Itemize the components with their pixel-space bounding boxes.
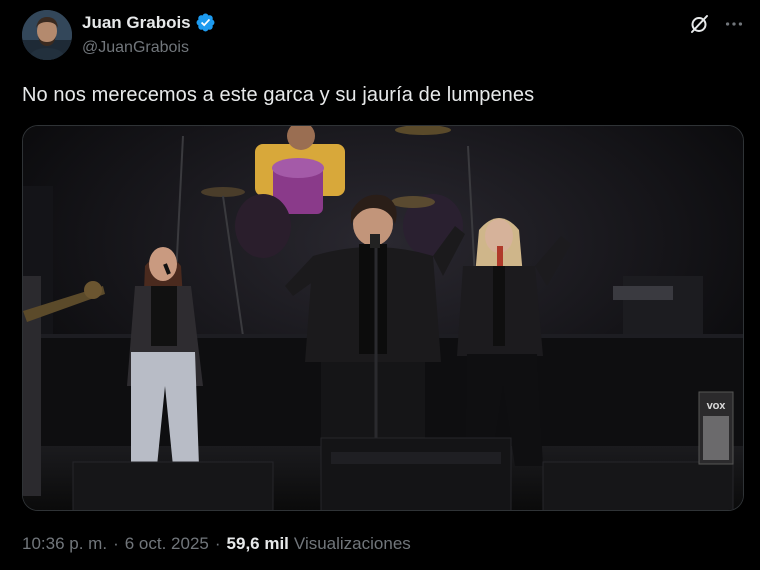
meta-separator: · xyxy=(214,534,221,553)
concert-stage-image: VOX xyxy=(23,126,743,510)
views-label: Visualizaciones xyxy=(293,534,411,553)
more-options-icon[interactable] xyxy=(722,12,746,36)
tweet-metadata: 10:36 p. m. · 6 oct. 2025 · 59,6 mil Vis… xyxy=(22,534,411,554)
grok-icon[interactable] xyxy=(688,12,712,36)
amp-brand-label: VOX xyxy=(707,402,727,411)
author-avatar[interactable] xyxy=(22,10,72,60)
views-count: 59,6 mil xyxy=(226,534,289,553)
author-name-row: Juan Grabois xyxy=(82,12,216,33)
tweet-text: No nos merecemos a este garca y su jaurí… xyxy=(22,84,535,106)
tweet-time[interactable]: 10:36 p. m. xyxy=(22,534,107,554)
tweet-media-photo[interactable]: VOX xyxy=(22,125,744,511)
author-handle[interactable]: @JuanGrabois xyxy=(82,39,189,57)
tweet-date[interactable]: 6 oct. 2025 xyxy=(125,534,209,554)
tweet-card: Juan Grabois @JuanGrabois No nos merecem… xyxy=(0,0,760,570)
author-display-name[interactable]: Juan Grabois xyxy=(82,13,191,33)
meta-separator: · xyxy=(113,534,119,553)
person-avatar-icon xyxy=(22,10,72,60)
verified-badge-icon[interactable] xyxy=(195,12,216,33)
